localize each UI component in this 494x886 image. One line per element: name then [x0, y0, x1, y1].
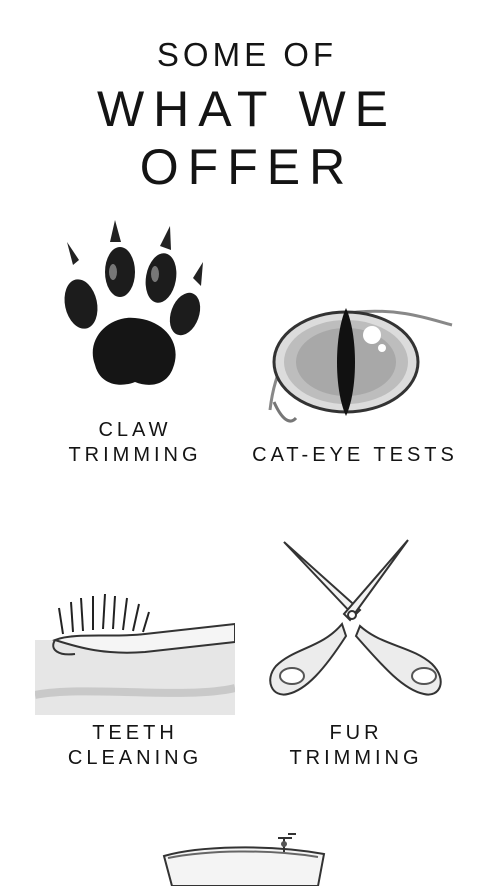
scissors-icon: [262, 538, 450, 713]
section-title-line1: WHAT WE: [96, 81, 397, 137]
cat-eye-icon: [262, 290, 454, 430]
service-label-claw-trimming: CLAW TRIMMING: [68, 419, 202, 466]
section-title-line2: OFFER: [139, 139, 355, 195]
service-label-fur-trimming: FUR TRIMMING: [289, 722, 423, 769]
toothbrush-icon: [35, 560, 235, 715]
service-label-cat-eye-tests: CAT-EYE TESTS: [252, 444, 458, 466]
paw-print-icon: [55, 220, 215, 405]
service-label-teeth-cleaning: TEETH CLEANING: [67, 722, 203, 769]
bathtub-icon: [158, 832, 328, 886]
section-subtitle: SOME OF: [156, 36, 338, 73]
